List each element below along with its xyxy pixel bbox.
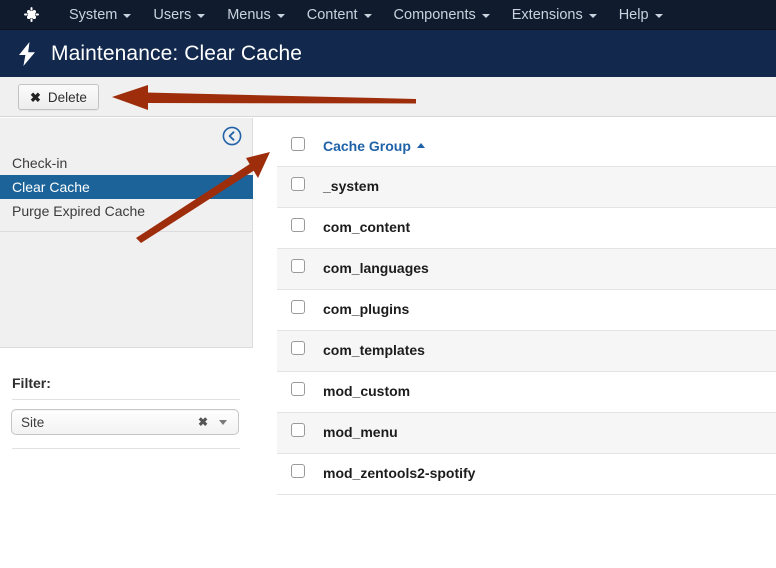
cache-table: Cache Group _system com_content com_lang… bbox=[277, 128, 776, 495]
menu-item-extensions[interactable]: Extensions bbox=[501, 0, 608, 30]
table-row[interactable]: com_content bbox=[277, 207, 776, 249]
filter-clear-icon[interactable]: ✖ bbox=[198, 415, 208, 429]
cache-group-name: com_plugins bbox=[323, 300, 410, 317]
table-row[interactable]: com_plugins bbox=[277, 289, 776, 331]
cache-group-name: com_templates bbox=[323, 341, 425, 358]
cache-group-name: com_content bbox=[323, 218, 411, 235]
filter-divider-top bbox=[12, 399, 240, 400]
chevron-down-icon bbox=[123, 13, 132, 18]
row-name-cell: com_languages bbox=[323, 248, 776, 290]
row-name-cell: _system bbox=[323, 166, 776, 208]
row-checkbox[interactable] bbox=[291, 218, 305, 232]
row-checkbox-cell bbox=[277, 371, 323, 413]
chevron-down-icon bbox=[654, 13, 663, 18]
cache-group-name: mod_zentools2-spotify bbox=[323, 464, 476, 481]
row-checkbox-cell bbox=[277, 453, 323, 495]
row-checkbox[interactable] bbox=[291, 423, 305, 437]
sidebar-item-purge-expired-cache[interactable]: Purge Expired Cache bbox=[0, 199, 253, 223]
sidebar-nav-list: Check-in Clear Cache Purge Expired Cache bbox=[0, 151, 253, 223]
sort-ascending-icon bbox=[416, 143, 425, 149]
row-checkbox[interactable] bbox=[291, 464, 305, 478]
row-checkbox-cell bbox=[277, 248, 323, 290]
row-checkbox[interactable] bbox=[291, 341, 305, 355]
menu-item-components[interactable]: Components bbox=[383, 0, 501, 30]
cache-group-name: com_languages bbox=[323, 259, 429, 276]
filter-label: Filter: bbox=[12, 375, 51, 391]
menu-item-system[interactable]: System bbox=[58, 0, 142, 30]
cache-group-sort-link[interactable]: Cache Group bbox=[323, 138, 425, 154]
chevron-down-icon bbox=[197, 13, 206, 18]
row-name-cell: mod_zentools2-spotify bbox=[323, 453, 776, 495]
row-checkbox-cell bbox=[277, 289, 323, 331]
page-title: Maintenance: Clear Cache bbox=[51, 41, 303, 65]
x-icon: ✖ bbox=[30, 89, 41, 105]
sidebar-item-clear-cache-label: Clear Cache bbox=[12, 179, 90, 195]
select-all-checkbox[interactable] bbox=[291, 137, 305, 152]
menu-item-help[interactable]: Help bbox=[608, 0, 674, 30]
cache-group-header-label: Cache Group bbox=[323, 137, 411, 154]
menu-item-system-label: System bbox=[69, 6, 118, 23]
table-row[interactable]: com_templates bbox=[277, 330, 776, 372]
table-row[interactable]: _system bbox=[277, 166, 776, 208]
delete-button-label: Delete bbox=[47, 89, 87, 105]
menu-item-users-label: Users bbox=[153, 6, 192, 23]
cache-group-header-cell: Cache Group bbox=[323, 128, 776, 167]
row-checkbox-cell bbox=[277, 166, 323, 208]
cache-table-head: Cache Group bbox=[277, 128, 776, 167]
page-title-bar: Maintenance: Clear Cache bbox=[0, 30, 776, 77]
cache-table-container: Cache Group _system com_content com_lang… bbox=[277, 128, 776, 495]
table-row[interactable]: mod_custom bbox=[277, 371, 776, 413]
menu-item-content[interactable]: Content bbox=[296, 0, 383, 30]
row-checkbox[interactable] bbox=[291, 259, 305, 273]
row-name-cell: com_plugins bbox=[323, 289, 776, 331]
chevron-down-icon bbox=[363, 13, 372, 18]
menu-item-users[interactable]: Users bbox=[142, 0, 216, 30]
sidebar-item-purge-expired-cache-label: Purge Expired Cache bbox=[12, 203, 146, 219]
row-checkbox[interactable] bbox=[291, 300, 305, 314]
top-menu-bar: System Users Menus Content Components Ex… bbox=[0, 0, 776, 30]
row-name-cell: com_content bbox=[323, 207, 776, 249]
table-row[interactable]: com_languages bbox=[277, 248, 776, 290]
cache-table-body: _system com_content com_languages com_pl… bbox=[277, 166, 776, 495]
row-checkbox[interactable] bbox=[291, 177, 305, 191]
row-checkbox-cell bbox=[277, 330, 323, 372]
row-checkbox[interactable] bbox=[291, 382, 305, 396]
select-all-header-cell bbox=[277, 128, 323, 167]
cache-group-name: mod_menu bbox=[323, 423, 398, 440]
row-name-cell: com_templates bbox=[323, 330, 776, 372]
menu-item-extensions-label: Extensions bbox=[511, 6, 583, 23]
menu-item-menus-label: Menus bbox=[227, 6, 271, 23]
menu-item-content-label: Content bbox=[306, 6, 358, 23]
menu-item-help-label: Help bbox=[618, 6, 649, 23]
lightning-bolt-icon bbox=[17, 41, 43, 66]
filter-divider-bottom bbox=[12, 448, 240, 449]
delete-button[interactable]: ✖ Delete bbox=[18, 84, 99, 110]
sidebar-item-clear-cache[interactable]: Clear Cache bbox=[0, 175, 253, 199]
filter-select[interactable]: Site ✖ bbox=[11, 409, 239, 435]
joomla-admin-page: System Users Menus Content Components Ex… bbox=[0, 0, 776, 568]
toolbar: ✖ Delete bbox=[0, 77, 776, 117]
row-name-cell: mod_menu bbox=[323, 412, 776, 454]
joomla-logo-icon[interactable] bbox=[16, 6, 46, 23]
cache-group-name: _system bbox=[323, 177, 380, 194]
table-header-row: Cache Group bbox=[277, 128, 776, 167]
table-row[interactable]: mod_zentools2-spotify bbox=[277, 453, 776, 495]
table-row[interactable]: mod_menu bbox=[277, 412, 776, 454]
row-name-cell: mod_custom bbox=[323, 371, 776, 413]
chevron-down-icon bbox=[588, 13, 597, 18]
chevron-down-icon bbox=[219, 419, 227, 425]
sidebar-item-check-in-label: Check-in bbox=[12, 155, 68, 171]
cache-group-name: mod_custom bbox=[323, 382, 411, 399]
sidebar-item-check-in[interactable]: Check-in bbox=[0, 151, 253, 175]
menu-item-menus[interactable]: Menus bbox=[216, 0, 296, 30]
row-checkbox-cell bbox=[277, 412, 323, 454]
row-checkbox-cell bbox=[277, 207, 323, 249]
filter-select-value: Site bbox=[21, 414, 45, 430]
sidebar: Check-in Clear Cache Purge Expired Cache… bbox=[0, 118, 253, 449]
sidebar-divider bbox=[0, 231, 253, 232]
circle-arrow-left-icon[interactable] bbox=[222, 126, 242, 146]
chevron-down-icon bbox=[276, 13, 285, 18]
menu-item-components-label: Components bbox=[393, 6, 476, 23]
chevron-down-icon bbox=[481, 13, 490, 18]
